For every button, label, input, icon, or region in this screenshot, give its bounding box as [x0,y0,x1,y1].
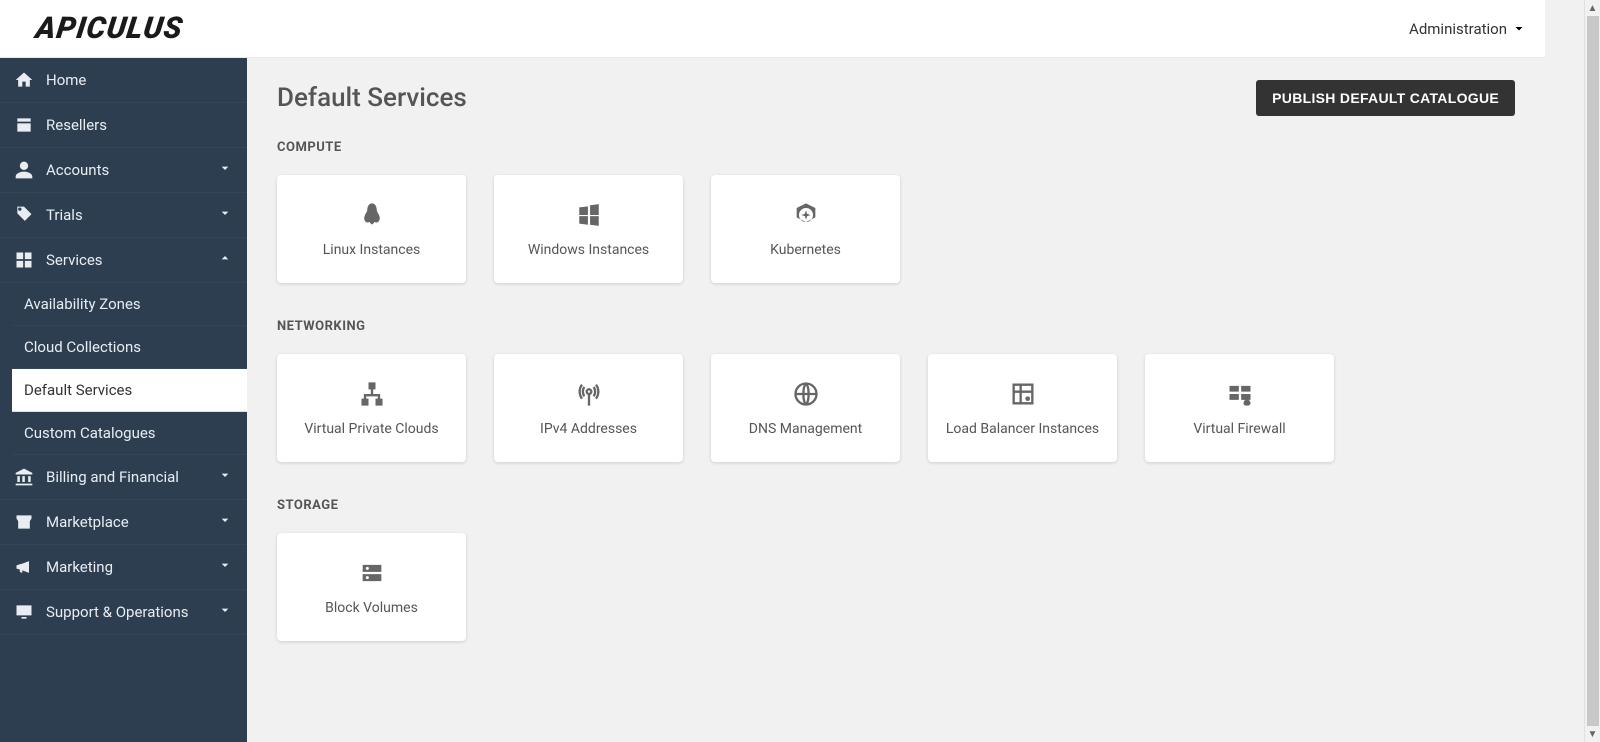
sidebar-item-home[interactable]: Home [0,58,247,103]
sidebar-item-label: Default Services [24,381,132,399]
main-content: Default Services PUBLISH DEFAULT CATALOG… [247,58,1545,742]
caret-down-icon [1513,23,1525,35]
kubernetes-icon [791,200,821,230]
home-icon [14,70,34,90]
bank-icon [14,467,34,487]
megaphone-icon [14,557,34,577]
sidebar-item-label: Support & Operations [46,603,189,621]
administration-label: Administration [1409,20,1507,38]
card-row-compute: Linux Instances Windows Instances Kubern… [277,175,1515,283]
service-card-kubernetes[interactable]: Kubernetes [711,175,900,283]
topbar: APICULUS Administration [0,0,1545,58]
section-label-storage: STORAGE [277,498,1515,513]
sidebar-item-label: Marketing [46,558,113,576]
storage-icon [357,558,387,588]
monitor-icon [14,602,34,622]
page-header: Default Services PUBLISH DEFAULT CATALOG… [277,80,1515,116]
sidebar-item-billing[interactable]: Billing and Financial [0,455,247,500]
antenna-icon [574,379,604,409]
chevron-down-icon [217,160,233,180]
windows-icon [574,200,604,230]
chevron-down-icon [217,512,233,532]
logo: APICULUS [34,11,186,46]
service-card-virtual-private-clouds[interactable]: Virtual Private Clouds [277,354,466,462]
sidebar-item-default-services[interactable]: Default Services [12,369,247,412]
sidebar-item-services[interactable]: Services [0,238,247,283]
card-label: Kubernetes [770,242,841,258]
chevron-down-icon [217,557,233,577]
card-label: Block Volumes [325,600,418,616]
stack-icon [14,250,34,270]
vertical-scrollbar[interactable]: ▲ ▼ [1584,0,1600,742]
service-card-ipv4-addresses[interactable]: IPv4 Addresses [494,354,683,462]
service-card-windows-instances[interactable]: Windows Instances [494,175,683,283]
service-card-linux-instances[interactable]: Linux Instances [277,175,466,283]
sidebar-item-availability-zones[interactable]: Availability Zones [12,283,247,326]
service-card-virtual-firewall[interactable]: Virtual Firewall [1145,354,1334,462]
sidebar-item-label: Services [46,251,103,269]
network-icon [357,379,387,409]
badge-icon [14,115,34,135]
sidebar-item-marketing[interactable]: Marketing [0,545,247,590]
card-label: Windows Instances [528,242,649,258]
card-label: DNS Management [749,421,862,437]
sidebar-item-resellers[interactable]: Resellers [0,103,247,148]
sidebar-item-accounts[interactable]: Accounts [0,148,247,193]
sidebar-item-label: Custom Catalogues [24,424,156,442]
sidebar-item-support[interactable]: Support & Operations [0,590,247,635]
chevron-down-icon [217,602,233,622]
sidebar-item-label: Billing and Financial [46,468,179,486]
sidebar-item-custom-catalogues[interactable]: Custom Catalogues [12,412,247,455]
card-label: Virtual Firewall [1193,421,1285,437]
sidebar-item-label: Accounts [46,161,109,179]
service-card-load-balancer-instances[interactable]: Load Balancer Instances [928,354,1117,462]
account-icon [14,160,34,180]
store-icon [14,512,34,532]
service-card-dns-management[interactable]: DNS Management [711,354,900,462]
chevron-down-icon [217,467,233,487]
sidebar-item-label: Cloud Collections [24,338,141,356]
globe-icon [791,379,821,409]
linux-icon [357,200,387,230]
sidebar-item-label: Resellers [46,116,107,134]
card-label: Virtual Private Clouds [304,421,438,437]
firewall-icon [1225,379,1255,409]
card-row-networking: Virtual Private Clouds IPv4 Addresses DN… [277,354,1515,462]
card-label: Linux Instances [323,242,420,258]
sidebar-item-label: Trials [46,206,83,224]
loadbalancer-icon [1008,379,1038,409]
scroll-down-arrow-icon[interactable]: ▼ [1585,726,1600,742]
section-label-networking: NETWORKING [277,319,1515,334]
card-label: IPv4 Addresses [540,421,637,437]
service-card-block-volumes[interactable]: Block Volumes [277,533,466,641]
sidebar-item-cloud-collections[interactable]: Cloud Collections [12,326,247,369]
tag-icon [14,205,34,225]
administration-menu[interactable]: Administration [1409,20,1525,38]
sidebar-item-label: Availability Zones [24,295,141,313]
chevron-down-icon [217,205,233,225]
scroll-up-arrow-icon[interactable]: ▲ [1585,0,1600,16]
sidebar-item-label: Marketplace [46,513,129,531]
chevron-up-icon [217,250,233,270]
section-label-compute: COMPUTE [277,140,1515,155]
page-title: Default Services [277,83,467,113]
card-row-storage: Block Volumes [277,533,1515,641]
scroll-thumb[interactable] [1587,16,1599,726]
sidebar-item-label: Home [46,71,86,89]
card-label: Load Balancer Instances [946,421,1099,437]
sidebar: Home Resellers Accounts Trials Services … [0,58,247,742]
sidebar-item-trials[interactable]: Trials [0,193,247,238]
publish-default-catalogue-button[interactable]: PUBLISH DEFAULT CATALOGUE [1256,80,1515,116]
sidebar-item-marketplace[interactable]: Marketplace [0,500,247,545]
